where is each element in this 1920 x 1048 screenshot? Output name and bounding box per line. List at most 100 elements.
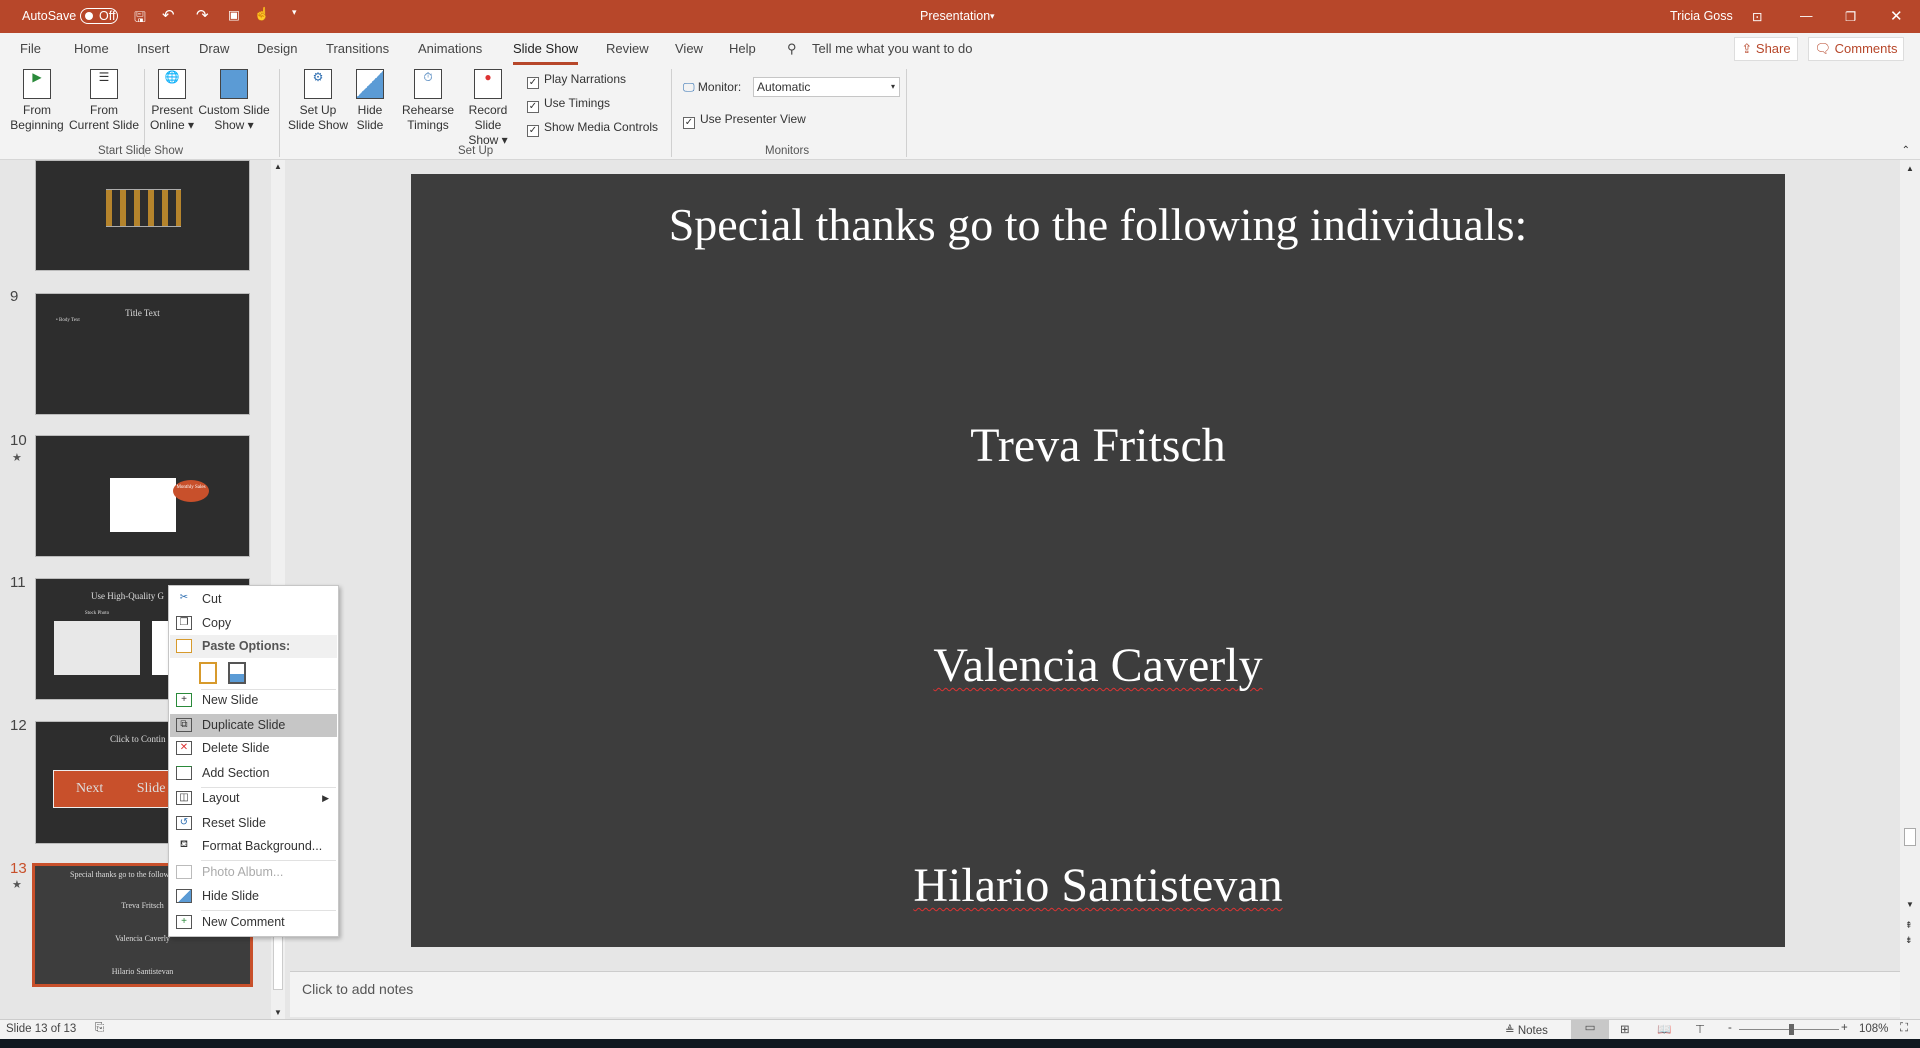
tab-slide-show[interactable]: Slide Show	[513, 41, 579, 65]
user-name[interactable]: Tricia Goss	[1670, 9, 1733, 23]
use-timings-checkbox[interactable]: ✓ Use Timings	[527, 96, 610, 113]
normal-view-icon[interactable]: ▭	[1571, 1020, 1609, 1039]
start-from-beginning-icon[interactable]: ▣	[228, 7, 240, 22]
tab-review[interactable]: Review	[606, 41, 649, 56]
tab-view[interactable]: View	[675, 41, 703, 56]
comments-button[interactable]: 🗨 Comments	[1808, 37, 1904, 61]
slide-thumbnail-8[interactable]	[35, 160, 250, 271]
tab-home[interactable]: Home	[74, 41, 109, 56]
slide-scrollbar[interactable]: ▲ ▼ ⇞ ⇟	[1900, 160, 1920, 1019]
paste-as-picture-icon[interactable]	[228, 662, 246, 684]
current-slide[interactable]: Special thanks go to the following indiv…	[411, 174, 1785, 947]
tell-me-input[interactable]: Tell me what you want to do	[812, 41, 972, 56]
tab-design[interactable]: Design	[257, 41, 297, 56]
slide-sorter-icon[interactable]: ⊞	[1620, 1022, 1630, 1036]
slide-thumbnail-10[interactable]: Monthly Sales	[35, 435, 250, 557]
minimize-icon[interactable]: —	[1800, 9, 1813, 23]
monitor-dropdown[interactable]: Automatic ▾	[753, 77, 900, 97]
save-icon[interactable]: 🖫	[134, 7, 146, 31]
custom-slide-show-button[interactable]: Custom Slide Show ▾	[198, 65, 270, 133]
slide-thumbnail-9[interactable]: Title Text • Body Text	[35, 293, 250, 415]
setup-gear-icon: ⚙	[304, 69, 332, 99]
zoom-slider[interactable]	[1739, 1024, 1839, 1035]
slide-show-icon[interactable]: ⊤	[1695, 1022, 1705, 1036]
slide-title[interactable]: Special thanks go to the following indiv…	[411, 198, 1785, 251]
autosave-toggle[interactable]: Off	[80, 8, 118, 24]
slide-name-3[interactable]: Hilario Santistevan	[411, 858, 1785, 913]
thumb-text: Hilario Santistevan	[111, 967, 174, 976]
zoom-slider-thumb[interactable]	[1789, 1024, 1794, 1035]
callout: Monthly Sales	[173, 480, 209, 502]
zoom-in-icon[interactable]: +	[1841, 1022, 1848, 1034]
menu-item-hide-slide[interactable]: Hide Slide	[170, 885, 337, 908]
scroll-up-icon[interactable]: ▲	[274, 162, 282, 171]
menu-item-delete-slide[interactable]: ✕ Delete Slide	[170, 737, 337, 760]
restore-icon[interactable]: ❐	[1845, 9, 1856, 24]
tab-insert[interactable]: Insert	[137, 41, 170, 56]
show-media-controls-checkbox[interactable]: ✓ Show Media Controls	[527, 120, 658, 137]
fit-to-window-icon[interactable]: ⛶	[1900, 1022, 1908, 1035]
menu-item-duplicate-slide[interactable]: ⧉ Duplicate Slide	[170, 714, 337, 737]
record-slide-show-button[interactable]: ● Record Slide Show ▾	[454, 65, 522, 148]
zoom-out-icon[interactable]: -	[1728, 1022, 1732, 1034]
undo-icon[interactable]: ↶	[162, 6, 175, 24]
label: From	[23, 103, 51, 117]
scroll-up-icon[interactable]: ▲	[1906, 164, 1914, 173]
menu-item-add-section[interactable]: Add Section	[170, 762, 337, 785]
reset-icon: ↺	[176, 816, 192, 830]
scissors-icon: ✂	[179, 592, 189, 603]
present-online-button[interactable]: 🌐 Present Online ▾	[146, 65, 198, 133]
tab-animations[interactable]: Animations	[418, 41, 482, 56]
reading-view-icon[interactable]: 📖	[1657, 1022, 1671, 1036]
spell-check-icon[interactable]: ⎘	[95, 1022, 104, 1035]
tab-file[interactable]: File	[20, 41, 41, 56]
menu-item-copy[interactable]: ❐ Copy	[170, 612, 337, 635]
slide-name-1[interactable]: Treva Fritsch	[411, 418, 1785, 473]
group-label: Start Slide Show	[98, 145, 184, 157]
next-slide-icon[interactable]: ⇟	[1905, 935, 1913, 946]
menu-item-new-slide[interactable]: + New Slide	[170, 689, 337, 712]
customize-toolbar-icon[interactable]: ▾	[292, 7, 297, 18]
from-current-slide-button[interactable]: ☰ From Current Slide	[68, 65, 140, 133]
scroll-down-icon[interactable]: ▼	[274, 1008, 282, 1017]
menu-item-layout[interactable]: ◫ Layout ▶	[170, 787, 337, 810]
label: Record Slide	[468, 103, 508, 132]
label: Present	[151, 103, 193, 117]
menu-item-new-comment[interactable]: + New Comment	[170, 911, 337, 934]
paste-keep-formatting-icon[interactable]	[199, 662, 217, 684]
divider	[279, 69, 280, 157]
zoom-level[interactable]: 108%	[1859, 1023, 1888, 1035]
document-title[interactable]: Presentation	[920, 9, 990, 23]
taskbar	[0, 1039, 1920, 1048]
redo-icon[interactable]: ↷	[196, 6, 209, 24]
rehearse-timings-button[interactable]: ⏱ Rehearse Timings	[400, 65, 456, 133]
set-up-slide-show-button[interactable]: ⚙ Set Up Slide Show	[286, 65, 350, 133]
share-button[interactable]: ⇪ Share	[1734, 37, 1798, 61]
menu-item-cut[interactable]: ✂ Cut	[170, 588, 337, 611]
collapse-ribbon-icon[interactable]: ⌃	[1902, 145, 1910, 156]
ribbon-display-icon[interactable]: ⊡	[1752, 9, 1762, 24]
use-presenter-view-checkbox[interactable]: ✓ Use Presenter View	[683, 112, 806, 129]
scroll-down-icon[interactable]: ▼	[1906, 900, 1914, 909]
previous-slide-icon[interactable]: ⇞	[1905, 920, 1913, 931]
tab-help[interactable]: Help	[729, 41, 756, 56]
scrollbar-thumb[interactable]	[1904, 828, 1916, 846]
hide-slide-button[interactable]: Hide Slide	[352, 65, 388, 133]
tab-transitions[interactable]: Transitions	[326, 41, 389, 56]
menu-item-format-background[interactable]: ⛾ Format Background...	[170, 835, 337, 858]
dropdown-value: Automatic	[757, 80, 811, 94]
label: Custom Slide	[198, 103, 270, 117]
label: Online ▾	[149, 118, 195, 132]
close-icon[interactable]: ✕	[1890, 7, 1903, 25]
from-beginning-button[interactable]: ▶ From Beginning	[6, 65, 68, 133]
notes-placeholder[interactable]: Click to add notes	[302, 981, 413, 997]
touch-mode-icon[interactable]: ☝	[254, 7, 270, 22]
play-narrations-checkbox[interactable]: ✓ Play Narrations	[527, 72, 626, 89]
slide-name-2[interactable]: Valencia Caverly	[411, 638, 1785, 693]
globe-icon: 🌐	[158, 69, 186, 99]
stopwatch-icon: ⏱	[414, 69, 442, 99]
tab-draw[interactable]: Draw	[199, 41, 229, 56]
notes-pane[interactable]: Click to add notes	[290, 971, 1900, 1017]
notes-button[interactable]: ≜ Notes	[1505, 1023, 1548, 1037]
menu-item-reset-slide[interactable]: ↺ Reset Slide	[170, 812, 337, 835]
